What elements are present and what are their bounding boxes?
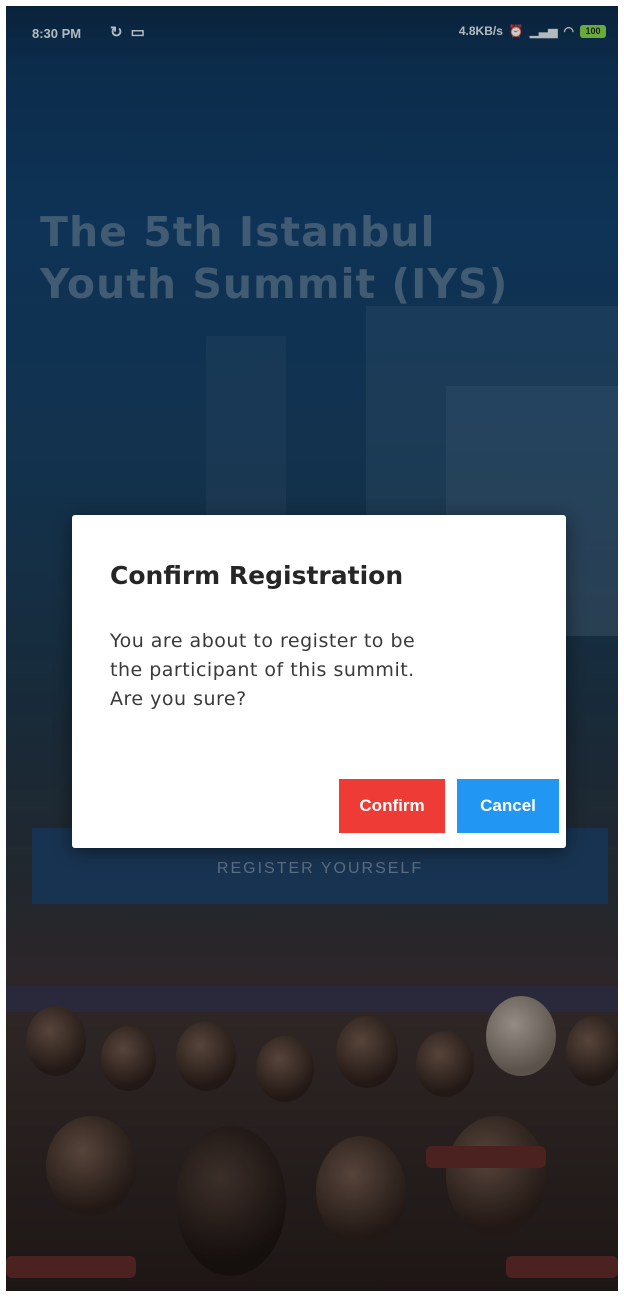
confirm-registration-dialog: Confirm Registration You are about to re… <box>72 515 566 848</box>
app-screen: 8:30 PM ↻ ▭ 4.8KB/s ⏰ ▁▃▅ ◠ 100 The 5th … <box>6 6 618 1291</box>
dialog-message: You are about to register to be the part… <box>110 627 540 714</box>
dialog-message-line: Are you sure? <box>110 688 247 710</box>
cancel-button[interactable]: Cancel <box>457 779 559 833</box>
dialog-title: Confirm Registration <box>110 561 404 590</box>
dialog-message-line: You are about to register to be <box>110 630 416 652</box>
confirm-button[interactable]: Confirm <box>339 779 445 833</box>
dialog-message-line: the participant of this summit. <box>110 659 415 681</box>
